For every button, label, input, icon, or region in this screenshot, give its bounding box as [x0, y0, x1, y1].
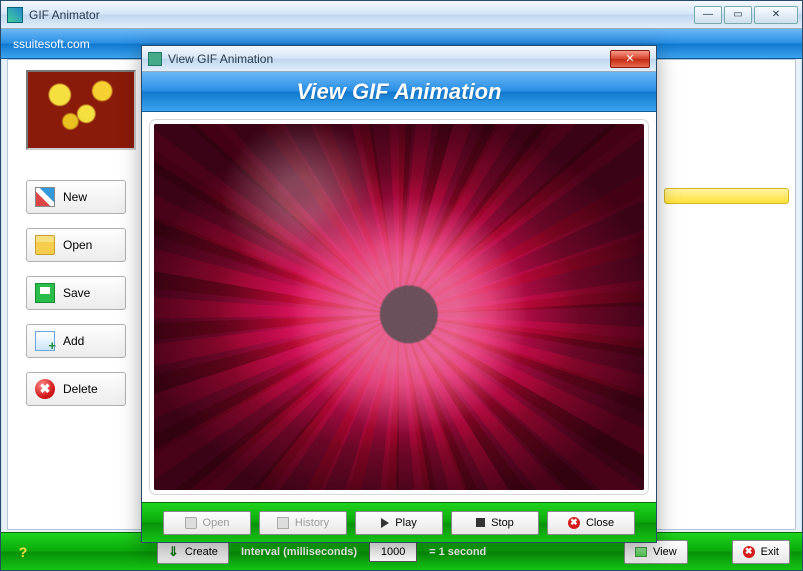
save-icon	[35, 283, 55, 303]
dialog-play-button[interactable]: Play	[355, 511, 443, 535]
minimize-button[interactable]: —	[694, 6, 722, 24]
new-button[interactable]: New	[26, 180, 126, 214]
history-icon	[277, 517, 289, 529]
help-button[interactable]: ?	[13, 544, 33, 560]
dialog-close-x-button[interactable]: ✕	[610, 50, 650, 68]
delete-label: Delete	[63, 382, 98, 396]
thumbnail-image	[28, 72, 134, 148]
dialog-stop-button[interactable]: Stop	[451, 511, 539, 535]
create-button[interactable]: ⇓ Create	[157, 540, 229, 564]
add-label: Add	[63, 334, 84, 348]
maximize-button[interactable]: ▭	[724, 6, 752, 24]
dialog-header: View GIF Animation	[142, 72, 656, 112]
gif-preview-frame	[150, 120, 648, 494]
save-label: Save	[63, 286, 90, 300]
dialog-titlebar[interactable]: View GIF Animation ✕	[142, 46, 656, 72]
dialog-body	[142, 112, 656, 502]
delete-icon: ✖	[35, 379, 55, 399]
exit-label: Exit	[761, 546, 779, 558]
dialog-stop-label: Stop	[491, 517, 514, 529]
view-label: View	[653, 546, 677, 558]
open-label: Open	[63, 238, 92, 252]
dialog-close-label: Close	[586, 517, 614, 529]
delete-button[interactable]: ✖ Delete	[26, 372, 126, 406]
stop-icon	[476, 518, 485, 527]
site-link[interactable]: ssuitesoft.com	[13, 37, 90, 51]
folder-open-icon	[185, 517, 197, 529]
view-icon	[635, 547, 647, 557]
save-button[interactable]: Save	[26, 276, 126, 310]
close-icon: ✖	[568, 517, 580, 529]
create-icon: ⇓	[168, 544, 179, 560]
create-label: Create	[185, 546, 218, 558]
dialog-open-button[interactable]: Open	[163, 511, 251, 535]
dialog-open-label: Open	[203, 517, 230, 529]
play-icon	[381, 518, 389, 528]
dialog-close-button[interactable]: ✖ Close	[547, 511, 635, 535]
main-titlebar[interactable]: GIF Animator — ▭ ✕	[1, 1, 802, 29]
gif-preview-image	[154, 124, 644, 490]
exit-icon: ✖	[743, 546, 755, 558]
new-label: New	[63, 190, 87, 204]
view-button[interactable]: View	[624, 540, 688, 564]
view-gif-dialog: View GIF Animation ✕ View GIF Animation …	[141, 45, 657, 543]
dialog-history-label: History	[295, 517, 329, 529]
add-image-icon	[35, 331, 55, 351]
interval-input[interactable]	[369, 542, 417, 562]
interval-label: Interval (milliseconds)	[241, 546, 357, 558]
dialog-toolbar: Open History Play Stop ✖ Close	[142, 502, 656, 542]
add-button[interactable]: Add	[26, 324, 126, 358]
app-icon	[7, 7, 23, 23]
dialog-app-icon	[148, 52, 162, 66]
dialog-title: View GIF Animation	[168, 52, 610, 66]
open-button[interactable]: Open	[26, 228, 126, 262]
dialog-heading: View GIF Animation	[297, 79, 502, 105]
new-icon	[35, 187, 55, 207]
interval-equals: = 1 second	[429, 546, 486, 558]
main-window: GIF Animator — ▭ ✕ ssuitesoft.com New Op…	[0, 0, 803, 571]
side-panel: New Open Save Add ✖ Delete	[26, 70, 146, 420]
dialog-play-label: Play	[395, 517, 416, 529]
window-close-button[interactable]: ✕	[754, 6, 798, 24]
exit-button[interactable]: ✖ Exit	[732, 540, 790, 564]
folder-open-icon	[35, 235, 55, 255]
window-title: GIF Animator	[29, 8, 694, 22]
preview-thumbnail[interactable]	[26, 70, 136, 150]
dialog-history-button[interactable]: History	[259, 511, 347, 535]
thumbnail-strip	[664, 188, 789, 204]
